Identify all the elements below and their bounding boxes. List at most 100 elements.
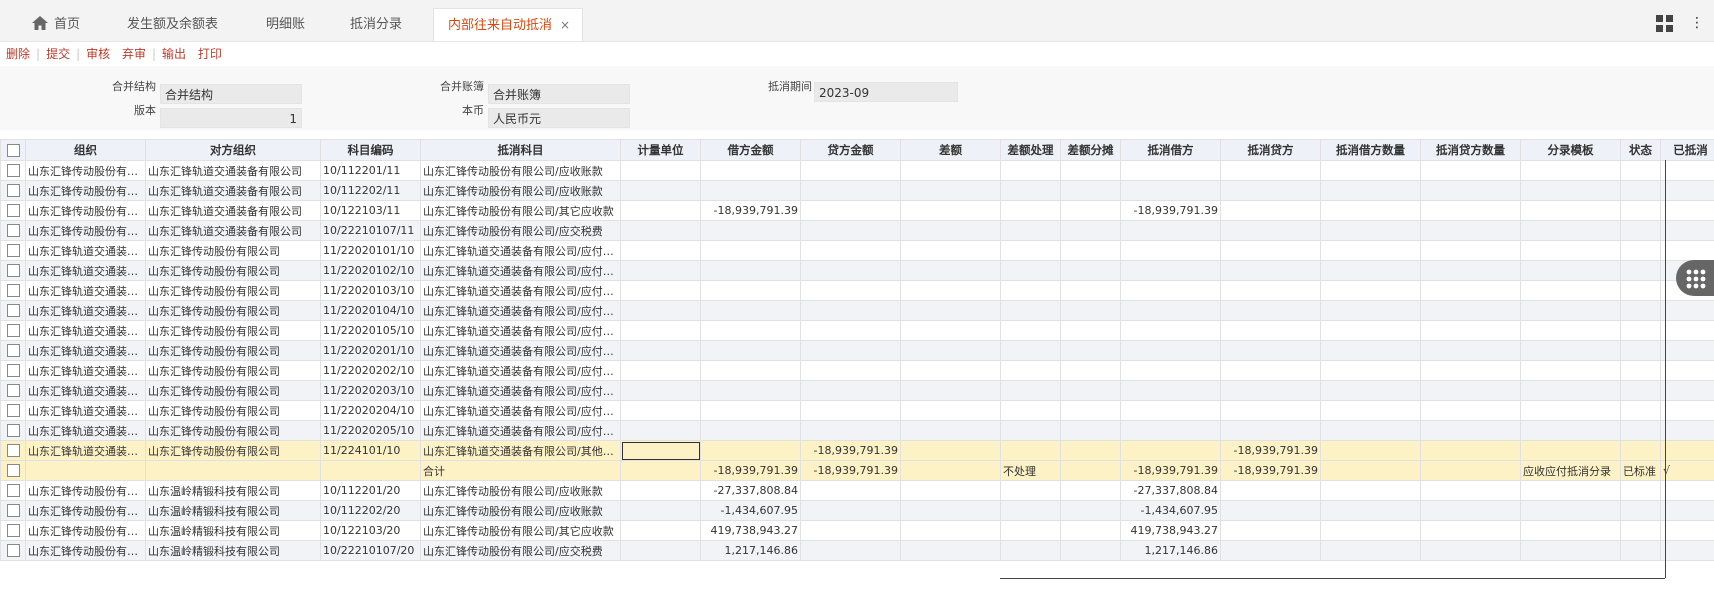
- table-cell[interactable]: [1420, 340, 1521, 361]
- tab-balance-sheet[interactable]: 发生额及余额表: [127, 8, 218, 41]
- table-cell[interactable]: [1060, 260, 1121, 281]
- table-cell[interactable]: [800, 300, 901, 321]
- table-cell[interactable]: [620, 520, 701, 541]
- submit-button[interactable]: 提交: [46, 47, 70, 61]
- table-cell[interactable]: [1220, 160, 1321, 181]
- column-header[interactable]: 状态: [1620, 139, 1661, 161]
- table-cell[interactable]: [1320, 200, 1421, 221]
- row-checkbox[interactable]: [0, 260, 26, 281]
- table-cell[interactable]: 山东汇锋轨道交通装备有限公司: [25, 400, 146, 421]
- approve-button[interactable]: 审核: [86, 47, 110, 61]
- table-cell[interactable]: 山东汇锋传动股份有限公司/其它应收款: [420, 200, 621, 221]
- table-cell[interactable]: [1520, 500, 1621, 521]
- table-cell[interactable]: [620, 380, 701, 401]
- row-checkbox[interactable]: [0, 240, 26, 261]
- table-cell[interactable]: [1000, 440, 1061, 461]
- table-cell[interactable]: [1620, 440, 1661, 461]
- table-cell[interactable]: [1320, 240, 1421, 261]
- table-cell[interactable]: 山东温岭精锻科技有限公司: [145, 520, 321, 541]
- table-cell[interactable]: 1,217,146.86: [700, 540, 801, 561]
- table-cell[interactable]: [1520, 240, 1621, 261]
- table-cell[interactable]: [1320, 340, 1421, 361]
- table-cell[interactable]: [1000, 400, 1061, 421]
- table-cell[interactable]: [700, 420, 801, 441]
- table-row[interactable]: 山东汇锋轨道交通装备有限公司山东汇锋传动股份有限公司11/22020203/10…: [0, 380, 1714, 401]
- table-cell[interactable]: [1660, 300, 1714, 321]
- table-cell[interactable]: [1060, 460, 1121, 481]
- table-cell[interactable]: [1520, 420, 1621, 441]
- table-cell[interactable]: 山东汇锋轨道交通装备有限公司/应付账款: [420, 260, 621, 281]
- table-cell[interactable]: [1520, 160, 1621, 181]
- table-cell[interactable]: 山东汇锋传动股份有限公司/应收账款: [420, 180, 621, 201]
- table-cell[interactable]: 11/224101/10: [320, 440, 421, 461]
- table-cell[interactable]: -18,939,791.39: [800, 440, 901, 461]
- table-cell[interactable]: [1520, 480, 1621, 501]
- merge-book-field[interactable]: 合并账簿: [488, 84, 630, 104]
- table-cell[interactable]: 山东汇锋传动股份有限公司: [25, 480, 146, 501]
- table-cell[interactable]: 419,738,943.27: [700, 520, 801, 541]
- table-cell[interactable]: [1000, 220, 1061, 241]
- table-cell[interactable]: [800, 260, 901, 281]
- table-cell[interactable]: 山东汇锋传动股份有限公司: [25, 200, 146, 221]
- table-cell[interactable]: [1620, 320, 1661, 341]
- table-cell[interactable]: 山东温岭精锻科技有限公司: [145, 500, 321, 521]
- table-cell[interactable]: [1000, 520, 1061, 541]
- table-row[interactable]: 山东汇锋轨道交通装备有限公司山东汇锋传动股份有限公司11/22020204/10…: [0, 400, 1714, 421]
- table-cell[interactable]: [1660, 180, 1714, 201]
- table-cell[interactable]: -1,434,607.95: [700, 500, 801, 521]
- table-cell[interactable]: [1620, 160, 1661, 181]
- table-cell[interactable]: [1220, 400, 1321, 421]
- table-cell[interactable]: -18,939,791.39: [700, 200, 801, 221]
- table-cell[interactable]: [700, 440, 801, 461]
- table-cell[interactable]: [1060, 240, 1121, 261]
- table-cell[interactable]: [900, 440, 1001, 461]
- table-cell[interactable]: [1120, 420, 1221, 441]
- row-checkbox[interactable]: [0, 320, 26, 341]
- table-cell[interactable]: [1000, 340, 1061, 361]
- table-cell[interactable]: 山东汇锋轨道交通装备有限公司: [25, 260, 146, 281]
- table-cell[interactable]: [800, 380, 901, 401]
- table-cell[interactable]: [1120, 220, 1221, 241]
- table-cell[interactable]: 山东汇锋轨道交通装备有限公司/应付账款: [420, 320, 621, 341]
- table-cell[interactable]: [1620, 220, 1661, 241]
- table-cell[interactable]: 10/122103/20: [320, 520, 421, 541]
- column-header[interactable]: 计量单位: [620, 139, 701, 161]
- table-cell[interactable]: 山东汇锋传动股份有限公司: [145, 440, 321, 461]
- column-header[interactable]: 已抵消: [1660, 139, 1714, 161]
- table-cell[interactable]: [1320, 400, 1421, 421]
- table-cell[interactable]: [1420, 480, 1521, 501]
- table-cell[interactable]: [620, 240, 701, 261]
- table-cell[interactable]: [1060, 500, 1121, 521]
- table-cell[interactable]: [1660, 380, 1714, 401]
- table-cell[interactable]: [1220, 180, 1321, 201]
- more-vertical-icon[interactable]: ⋮: [1690, 13, 1704, 33]
- table-cell[interactable]: [620, 220, 701, 241]
- table-cell[interactable]: [1420, 240, 1521, 261]
- table-cell[interactable]: 山东汇锋传动股份有限公司/应交税费: [420, 220, 621, 241]
- table-cell[interactable]: [800, 500, 901, 521]
- table-cell[interactable]: 10/112201/11: [320, 160, 421, 181]
- table-row[interactable]: 山东汇锋轨道交通装备有限公司山东汇锋传动股份有限公司11/22020102/10…: [0, 260, 1714, 281]
- tab-elimination-entry[interactable]: 抵消分录: [350, 8, 402, 41]
- table-cell[interactable]: 山东汇锋传动股份有限公司: [25, 160, 146, 181]
- table-cell[interactable]: [900, 260, 1001, 281]
- table-cell[interactable]: [1060, 280, 1121, 301]
- table-cell[interactable]: [1320, 420, 1421, 441]
- table-cell[interactable]: -18,939,791.39: [1120, 460, 1221, 481]
- table-cell[interactable]: -18,939,791.39: [800, 460, 901, 481]
- table-total-row[interactable]: 合计 -18,939,791.39 -18,939,791.39 不处理 -18,939…: [0, 460, 1714, 481]
- table-cell[interactable]: [900, 220, 1001, 241]
- table-cell[interactable]: [1000, 500, 1061, 521]
- table-cell[interactable]: -18,939,791.39: [700, 460, 801, 481]
- table-cell[interactable]: [1520, 540, 1621, 561]
- table-cell[interactable]: [1220, 520, 1321, 541]
- table-cell[interactable]: 山东汇锋传动股份有限公司/应收账款: [420, 480, 621, 501]
- table-cell[interactable]: [1000, 180, 1061, 201]
- table-cell[interactable]: 11/22020101/10: [320, 240, 421, 261]
- table-cell[interactable]: [620, 160, 701, 181]
- column-header[interactable]: 抵消科目: [420, 139, 621, 161]
- table-cell[interactable]: [1220, 200, 1321, 221]
- table-cell[interactable]: [1420, 160, 1521, 181]
- column-header[interactable]: 抵消借方: [1120, 139, 1221, 161]
- table-cell[interactable]: [1320, 500, 1421, 521]
